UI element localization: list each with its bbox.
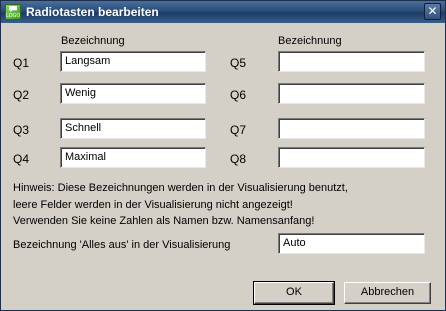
- row-label-q8: Q8: [230, 152, 247, 166]
- dialog-window: LOGO Radiotasten bearbeiten ✕ Bezeichnun…: [0, 0, 446, 311]
- name-field-q5[interactable]: [278, 51, 425, 72]
- name-field-q7[interactable]: [278, 118, 425, 139]
- speech-mark: [9, 6, 17, 12]
- row-label-q6: Q6: [230, 88, 247, 102]
- name-field-q4[interactable]: Maximal: [60, 147, 206, 168]
- row-label-q2: Q2: [13, 88, 30, 102]
- hint-line-1: Hinweis: Diese Bezeichnungen werden in d…: [13, 182, 348, 194]
- name-field-q2[interactable]: Wenig: [60, 83, 206, 104]
- row-label-q7: Q7: [230, 123, 247, 137]
- name-field-q1[interactable]: Langsam: [60, 51, 206, 72]
- close-icon[interactable]: ✕: [424, 3, 441, 20]
- hint-line-3: Verwenden Sie keine Zahlen als Namen bzw…: [13, 215, 315, 227]
- name-field-q6[interactable]: [278, 83, 425, 104]
- all-off-label: Bezeichnung 'Alles aus' in der Visualisi…: [13, 239, 231, 251]
- column-header-left: Bezeichnung: [61, 35, 125, 47]
- ok-button[interactable]: OK: [253, 281, 335, 305]
- name-field-q8[interactable]: [278, 147, 425, 168]
- app-logo-icon: LOGO: [5, 4, 21, 20]
- row-label-q3: Q3: [13, 123, 30, 137]
- column-header-right: Bezeichnung: [278, 35, 342, 47]
- app-logo-text: LOGO: [6, 13, 21, 19]
- all-off-field[interactable]: Auto: [278, 233, 425, 254]
- window-title: Radiotasten bearbeiten: [26, 5, 159, 19]
- row-label-q5: Q5: [230, 56, 247, 70]
- name-field-q3[interactable]: Schnell: [60, 118, 206, 139]
- cancel-button[interactable]: Abbrechen: [344, 282, 431, 304]
- title-bar[interactable]: LOGO Radiotasten bearbeiten ✕: [1, 1, 445, 23]
- hint-line-2: leere Felder werden in der Visualisierun…: [13, 199, 293, 211]
- row-label-q1: Q1: [13, 56, 30, 70]
- row-label-q4: Q4: [13, 152, 30, 166]
